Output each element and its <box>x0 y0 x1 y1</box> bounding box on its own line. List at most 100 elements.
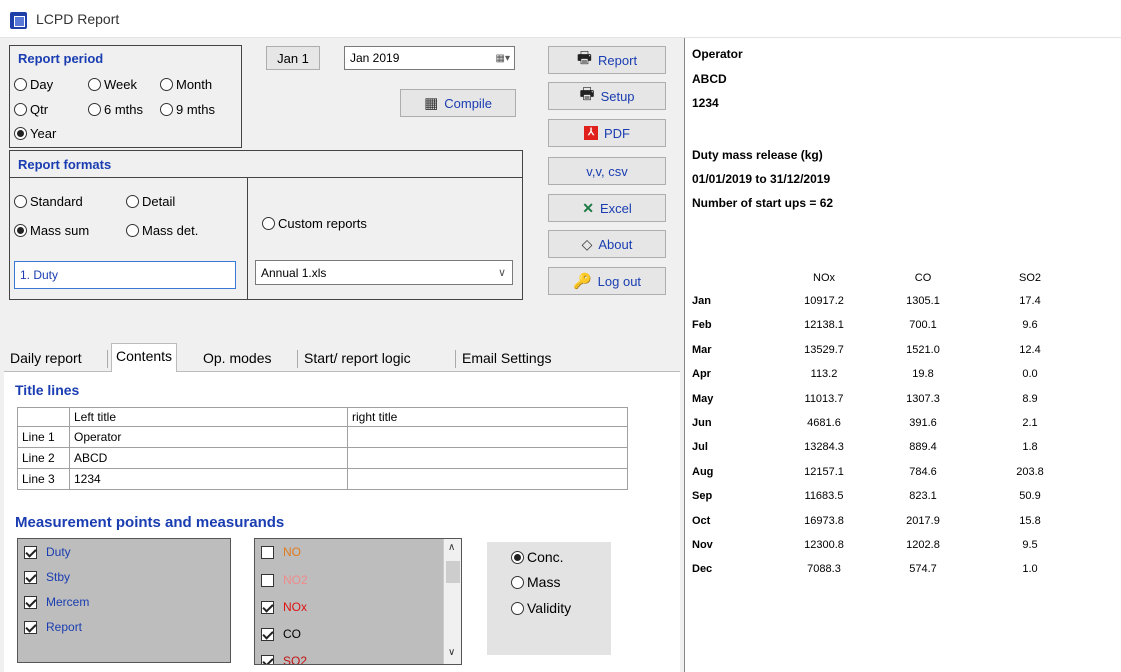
checkbox[interactable] <box>24 595 37 609</box>
grid-header-cell: Left title <box>69 407 348 427</box>
list-item[interactable]: Mercem <box>24 595 89 609</box>
radio-conc[interactable]: Conc. <box>511 549 564 565</box>
report-button[interactable]: 🖶 Report <box>548 46 666 74</box>
radio-circle <box>126 195 139 208</box>
measurement-point-field[interactable]: 1. Duty <box>14 261 236 289</box>
value-cell: 15.8 <box>1019 514 1041 527</box>
radio-mass-det[interactable]: Mass det. <box>126 223 198 238</box>
value-cell: 823.1 <box>909 490 937 503</box>
list-item[interactable]: NOx <box>261 600 307 614</box>
checkbox[interactable] <box>24 545 37 559</box>
radio-6-months[interactable]: 6 mths <box>88 102 143 117</box>
tab-op-modes[interactable]: Op. modes <box>199 347 275 371</box>
list-item[interactable]: CO <box>261 627 301 641</box>
value-cell: 889.4 <box>909 441 937 454</box>
list-item[interactable]: NO2 <box>261 573 308 587</box>
excel-button-label: Excel <box>599 200 632 216</box>
start-date-button[interactable]: Jan 1 <box>266 46 320 70</box>
radio-week[interactable]: Week <box>88 77 137 92</box>
tab-start-report-logic[interactable]: Start/ report logic <box>300 347 415 371</box>
pdf-button[interactable]: ⅄ PDF <box>548 119 666 147</box>
list-item[interactable]: NO <box>261 545 301 559</box>
list-item[interactable]: Duty <box>24 545 71 559</box>
list-item-label: Mercem <box>46 595 90 609</box>
about-button[interactable]: ◇ About <box>548 230 666 258</box>
divider <box>247 178 248 299</box>
left-title-cell[interactable]: 1234 <box>69 468 348 490</box>
preview-line: Operator <box>692 47 743 61</box>
calendar-dropdown-icon[interactable]: ▦▾ <box>496 53 510 64</box>
radio-circle <box>14 78 27 91</box>
tab-separator <box>455 350 456 368</box>
chevron-down-icon[interactable]: ∨ <box>448 647 455 658</box>
radio-month[interactable]: Month <box>160 77 212 92</box>
radio-mass[interactable]: Mass <box>511 574 560 590</box>
value-cell: 203.8 <box>1016 465 1044 478</box>
value-cell: 13529.7 <box>804 343 844 356</box>
checkbox[interactable] <box>261 654 274 664</box>
checkbox[interactable] <box>261 573 274 587</box>
setup-button[interactable]: 🖶 Setup <box>548 82 666 110</box>
value-cell: 12138.1 <box>804 319 844 332</box>
tab-separator <box>107 350 108 368</box>
value-cell: 1521.0 <box>906 343 940 356</box>
measurement-points-list[interactable]: Duty Stby Mercem Report <box>17 538 231 663</box>
value-cell: 700.1 <box>909 319 937 332</box>
left-title-cell[interactable]: Operator <box>69 426 348 448</box>
report-preview: Operator ABCD 1234 Duty mass release (kg… <box>684 38 1121 672</box>
radio-9-months[interactable]: 9 mths <box>160 102 215 117</box>
radio-circle <box>14 103 27 116</box>
left-title-cell[interactable]: ABCD <box>69 447 348 469</box>
right-title-cell[interactable] <box>347 447 628 469</box>
checkbox[interactable] <box>261 627 274 641</box>
right-title-cell[interactable] <box>347 426 628 448</box>
title-lines-grid: Left title right title Line 1 Operator L… <box>17 407 628 490</box>
list-item[interactable]: Report <box>24 620 82 634</box>
excel-button[interactable]: ✕ Excel <box>548 194 666 222</box>
csv-button[interactable]: v,v, csv <box>548 157 666 185</box>
mode-radio-group: Conc. Mass Validity <box>487 542 611 655</box>
radio-qtr[interactable]: Qtr <box>14 102 48 117</box>
checkbox[interactable] <box>24 620 37 634</box>
list-item[interactable]: Stby <box>24 570 70 584</box>
preview-subtitle: Duty mass release (kg) <box>692 148 823 162</box>
radio-mass-sum[interactable]: Mass sum <box>14 223 89 238</box>
radio-standard[interactable]: Standard <box>14 194 83 209</box>
value-cell: 9.5 <box>1022 539 1038 551</box>
radio-circle <box>262 217 275 230</box>
scrollbar[interactable]: ∧ ∨ <box>443 539 461 664</box>
scrollbar-thumb[interactable] <box>446 561 460 583</box>
checkbox[interactable] <box>261 600 274 614</box>
list-item[interactable]: SO2 <box>261 654 307 664</box>
value-cell: 1307.3 <box>906 392 940 405</box>
checkbox[interactable] <box>24 570 37 584</box>
value-cell: 8.9 <box>1022 392 1038 405</box>
tab-contents[interactable]: Contents <box>111 343 178 372</box>
month-label: Dec <box>692 563 713 576</box>
radio-circle <box>511 601 524 615</box>
radio-custom-reports[interactable]: Custom reports <box>262 216 367 231</box>
custom-report-select[interactable]: Annual 1.xls ∨ <box>255 260 513 285</box>
month-label: Jun <box>692 417 712 429</box>
radio-year[interactable]: Year <box>14 126 56 141</box>
chevron-up-icon[interactable]: ∧ <box>448 542 455 553</box>
radio-detail-label: Detail <box>142 194 176 209</box>
logout-button[interactable]: 🔑 Log out <box>548 267 666 295</box>
value-cell: 11013.7 <box>804 392 844 405</box>
checkbox[interactable] <box>261 545 274 559</box>
month-label: Mar <box>692 343 712 356</box>
radio-conc-label: Conc. <box>527 549 564 565</box>
compile-button[interactable]: ▦ Compile <box>400 89 516 117</box>
tab-daily-report[interactable]: Daily report <box>6 347 86 371</box>
radio-year-label: Year <box>30 126 57 141</box>
right-title-cell[interactable] <box>347 468 628 490</box>
tab-email-settings[interactable]: Email Settings <box>458 347 555 371</box>
date-picker[interactable]: Jan 2019 ▦▾ <box>344 46 515 70</box>
radio-validity[interactable]: Validity <box>511 600 571 616</box>
row-label: Line 2 <box>17 447 70 469</box>
radio-detail[interactable]: Detail <box>126 194 175 209</box>
radio-day[interactable]: Day <box>14 77 53 92</box>
chevron-down-icon: ∨ <box>497 267 506 279</box>
report-button-label: Report <box>598 52 638 68</box>
measurands-list[interactable]: NO NO2 NOx CO SO2 ∧ ∨ <box>254 538 462 665</box>
